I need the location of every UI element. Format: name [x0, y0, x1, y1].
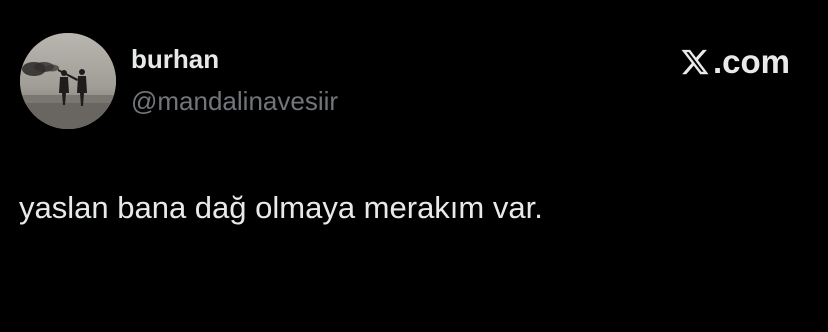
brand-domain-suffix: .com: [712, 43, 790, 80]
x-brand: .com: [680, 44, 790, 80]
author-avatar[interactable]: [20, 33, 116, 129]
x-logo-icon: [680, 47, 710, 77]
tweet-card: burhan @mandalinavesiir .com yaslan bana…: [0, 0, 828, 332]
tweet-body-text: yaslan bana dağ olmaya merakım var.: [19, 190, 543, 225]
avatar-photo-icon: [20, 33, 116, 129]
author-handle[interactable]: @mandalinavesiir: [131, 86, 338, 116]
author-display-name[interactable]: burhan: [131, 44, 219, 74]
